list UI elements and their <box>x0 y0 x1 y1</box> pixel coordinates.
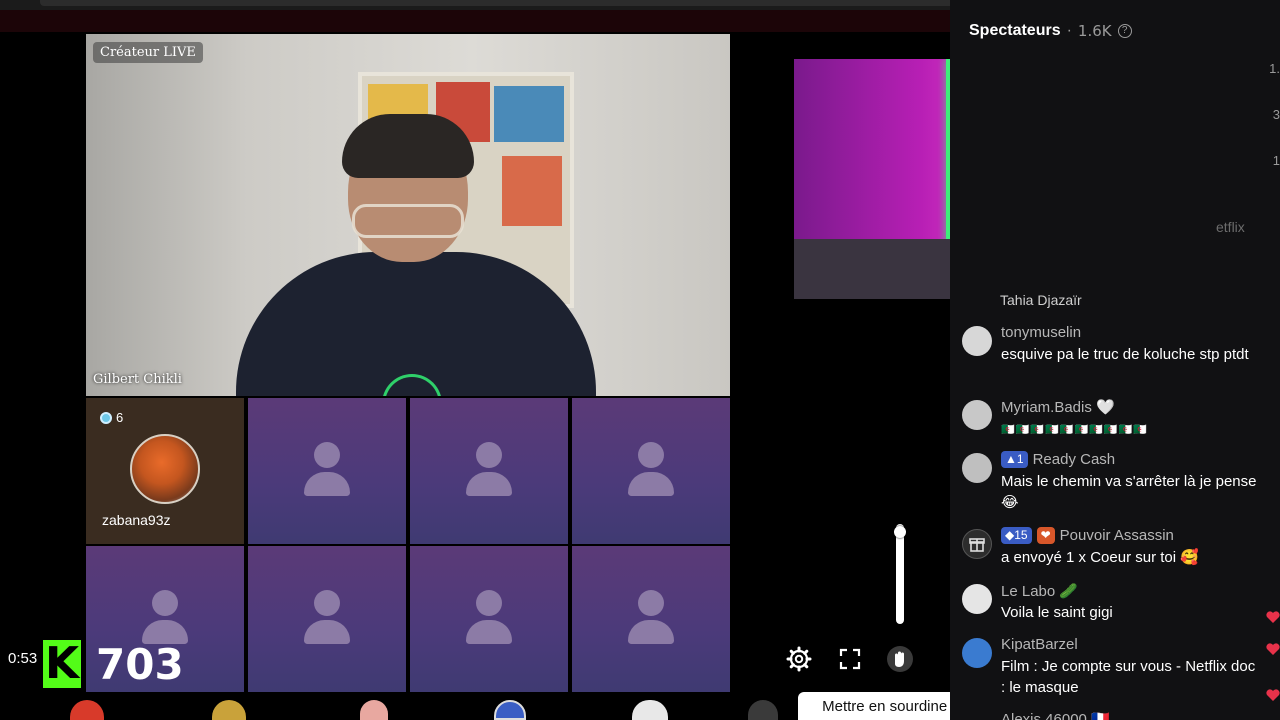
chat-message[interactable]: KipatBarzel Film : Je compte sur vous - … <box>962 636 1262 700</box>
guest-avatar <box>130 434 200 504</box>
edge-number: 1. <box>1269 61 1280 76</box>
creator-live-badge: Créateur LIVE <box>93 42 203 63</box>
chat-text: Mais le chemin va s'arrêter là je pense … <box>1001 473 1257 511</box>
placeholder-user-icon <box>638 442 664 468</box>
chat-header: Spectateurs · 1.6K ? <box>969 22 1132 40</box>
user-avatar[interactable] <box>962 400 992 430</box>
placeholder-user-icon <box>476 442 502 468</box>
fullscreen-button[interactable] <box>836 645 864 673</box>
header-separator: · <box>1066 22 1072 39</box>
floating-heart-icon <box>1266 689 1280 701</box>
chat-message[interactable]: Le Labo 🥒 Voila le saint gigi <box>962 582 1262 626</box>
host-video[interactable] <box>86 34 730 396</box>
gift-hand-icon[interactable] <box>360 700 388 720</box>
placeholder-user-icon <box>638 590 664 616</box>
flag-emojis: 🇩🇿🇩🇿🇩🇿🇩🇿🇩🇿🇩🇿🇩🇿🇩🇿🇩🇿🇩🇿 <box>1001 424 1148 436</box>
gift-icon <box>962 529 992 559</box>
edge-number: 3 <box>1272 107 1280 122</box>
floating-heart-icon <box>1266 611 1280 623</box>
stream-top-strip <box>0 10 950 32</box>
chat-title: Spectateurs <box>969 22 1061 39</box>
chat-partial-line: Tahia Djazaïr <box>1000 292 1082 308</box>
fullscreen-icon <box>839 648 861 670</box>
chat-username-row[interactable]: ▲1 Ready Cash <box>1001 451 1115 468</box>
floating-heart-icon <box>1266 643 1280 655</box>
chat-username[interactable]: Ready Cash <box>1033 451 1116 468</box>
guest-username: zabana93z <box>102 512 171 528</box>
user-avatar[interactable] <box>962 638 992 668</box>
guest-slot-7[interactable] <box>410 546 568 692</box>
gem-icon <box>100 411 112 424</box>
user-avatar[interactable] <box>962 584 992 614</box>
chat-username[interactable]: KipatBarzel <box>1001 636 1078 653</box>
placeholder-user-icon <box>314 442 340 468</box>
chat-text: a envoyé 1 x Coeur sur toi 🥰 <box>1001 549 1199 566</box>
gem-count: 6 <box>116 410 124 425</box>
volume-slider[interactable] <box>896 524 904 624</box>
chat-text: 🇩🇿🇩🇿🇩🇿🇩🇿🇩🇿🇩🇿🇩🇿🇩🇿🇩🇿🇩🇿 <box>1001 418 1263 441</box>
placeholder-user-icon <box>314 590 340 616</box>
chat-username-row[interactable]: ◆15 ❤ Pouvoir Assassin <box>1001 527 1174 544</box>
guest-slot-3[interactable] <box>410 398 568 544</box>
chat-username[interactable]: Le Labo 🥒 <box>1001 582 1078 600</box>
user-avatar[interactable] <box>962 326 992 356</box>
subscriber-badge: ▲1 <box>1001 451 1028 468</box>
chat-text: Voila le saint gigi <box>1001 604 1113 621</box>
viewer-count: 1.6K <box>1077 22 1112 40</box>
settings-button[interactable] <box>785 645 813 673</box>
chat-message[interactable]: tonymuselin esquive pa le truc de koluch… <box>962 324 1262 386</box>
chat-username[interactable]: Myriam.Badis 🤍 <box>1001 398 1115 416</box>
chat-message[interactable]: ▲1 Ready Cash Mais le chemin va s'arrête… <box>962 451 1262 515</box>
chat-message[interactable]: Myriam.Badis 🤍 🇩🇿🇩🇿🇩🇿🇩🇿🇩🇿🇩🇿🇩🇿🇩🇿🇩🇿🇩🇿 <box>962 398 1262 442</box>
score-counter: 703 <box>96 640 184 689</box>
chat-username[interactable]: Pouvoir Assassin <box>1060 527 1174 544</box>
guest-slot-8[interactable] <box>572 546 730 692</box>
placeholder-user-icon <box>476 590 502 616</box>
gem-badge: 6 <box>100 410 123 425</box>
chat-text: esquive pa le truc de koluche stp ptdt <box>1001 346 1249 363</box>
chat-message[interactable]: ◆15 ❤ Pouvoir Assassin a envoyé 1 x Coeu… <box>962 527 1262 571</box>
user-avatar[interactable] <box>962 453 992 483</box>
guest-slot-6[interactable] <box>248 546 406 692</box>
volume-knob[interactable] <box>894 526 906 538</box>
help-icon[interactable]: ? <box>1117 24 1132 38</box>
stream-timer: 0:53 <box>8 650 38 667</box>
hand-mute-icon <box>887 646 913 672</box>
guest-slot-2[interactable] <box>248 398 406 544</box>
mute-button[interactable] <box>886 645 914 673</box>
chat-username[interactable]: Alexis 46000 🇫🇷 <box>1001 710 1110 720</box>
gear-icon <box>786 646 812 672</box>
edge-number: 1 <box>1272 153 1280 168</box>
chat-message[interactable]: Alexis 46000 🇫🇷 <box>962 710 1262 720</box>
guest-slot-4[interactable] <box>572 398 730 544</box>
placeholder-user-icon <box>152 590 178 616</box>
chat-username[interactable]: tonymuselin <box>1001 324 1081 341</box>
chat-text: Film : Je compte sur vous - Netflix doc … <box>1001 658 1256 696</box>
guest-slot-1[interactable]: 6 zabana93z <box>86 398 244 544</box>
host-name-label: Gilbert Chikli <box>93 372 182 387</box>
chat-overflow-text: etflix <box>1216 219 1245 235</box>
gem-badge: ◆15 <box>1001 527 1032 544</box>
kick-logo-icon: K <box>43 638 81 689</box>
heart-badge: ❤ <box>1036 527 1055 544</box>
